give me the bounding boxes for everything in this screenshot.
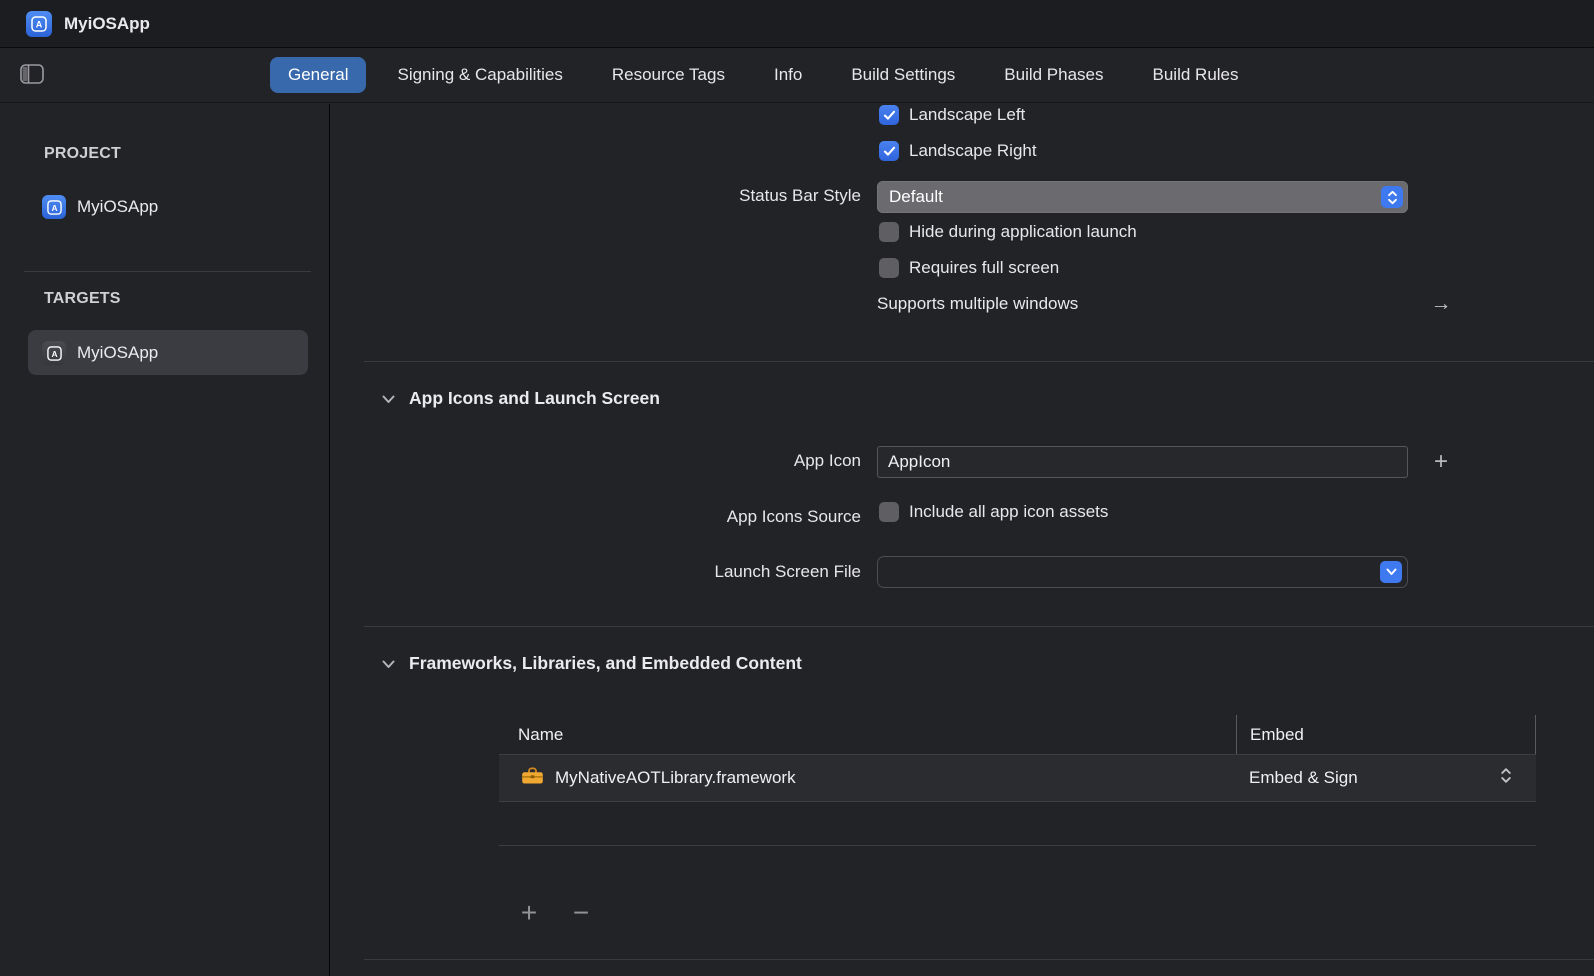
launch-screen-file-combo[interactable]: [877, 556, 1408, 588]
window-titlebar: A MyiOSApp: [0, 0, 1594, 48]
status-bar-style-label: Status Bar Style: [330, 186, 861, 206]
landscape-right-label: Landscape Right: [909, 141, 1037, 161]
tab-build-rules[interactable]: Build Rules: [1135, 57, 1257, 93]
tab-resource-tags[interactable]: Resource Tags: [594, 57, 743, 93]
app-icon-value: AppIcon: [888, 452, 950, 472]
launch-screen-file-label: Launch Screen File: [330, 562, 861, 582]
frameworks-table-controls: + −: [514, 896, 596, 930]
tab-build-settings[interactable]: Build Settings: [833, 57, 973, 93]
hide-during-launch-label: Hide during application launch: [909, 222, 1137, 242]
landscape-right-checkbox[interactable]: [879, 141, 899, 161]
project-section-header: PROJECT: [44, 145, 121, 163]
sidebar-divider: [24, 271, 311, 272]
app-icon: A: [26, 11, 52, 37]
add-app-icon-button[interactable]: +: [1426, 446, 1456, 478]
editor-tabbar: General Signing & Capabilities Resource …: [0, 48, 1594, 103]
embed-stepper-icon[interactable]: [1500, 767, 1512, 789]
combo-chevron-down-icon: [1380, 561, 1402, 583]
requires-full-screen-row: Requires full screen: [879, 258, 1059, 278]
landscape-left-checkbox[interactable]: [879, 105, 899, 125]
tab-signing-capabilities[interactable]: Signing & Capabilities: [379, 57, 580, 93]
requires-full-screen-checkbox[interactable]: [879, 258, 899, 278]
window-title: MyiOSApp: [64, 14, 150, 34]
table-row[interactable]: MyNativeAOTLibrary.framework Embed & Sig…: [499, 755, 1536, 802]
framework-name: MyNativeAOTLibrary.framework: [555, 768, 796, 788]
app-icons-section-title: App Icons and Launch Screen: [409, 388, 660, 409]
include-all-assets-row: Include all app icon assets: [879, 502, 1108, 522]
include-all-assets-checkbox[interactable]: [879, 502, 899, 522]
landscape-right-row: Landscape Right: [879, 141, 1037, 161]
app-icons-section-header[interactable]: App Icons and Launch Screen: [382, 388, 660, 409]
sidebar-item-project-myiosapp[interactable]: A MyiOSApp: [42, 195, 158, 219]
chevron-down-icon: [382, 388, 395, 409]
target-item-label: MyiOSApp: [77, 343, 158, 363]
status-bar-style-value: Default: [889, 187, 943, 207]
supports-multiple-windows-label: Supports multiple windows: [877, 294, 1078, 314]
settings-tabs: General Signing & Capabilities Resource …: [270, 57, 1257, 93]
project-app-icon: A: [42, 195, 66, 219]
targets-section-header: TARGETS: [44, 290, 121, 308]
column-header-embed: Embed: [1236, 715, 1536, 754]
landscape-left-label: Landscape Left: [909, 105, 1025, 125]
app-icons-source-label: App Icons Source: [330, 507, 861, 527]
toolbox-icon: [521, 766, 544, 790]
svg-text:A: A: [36, 19, 43, 29]
supports-multiple-windows-arrow-icon[interactable]: →: [1426, 290, 1456, 318]
project-item-label: MyiOSApp: [77, 197, 158, 217]
section-divider: [364, 361, 1594, 362]
frameworks-table: Name Embed MyNativeAOTLibrary.framework …: [499, 715, 1536, 846]
requires-full-screen-label: Requires full screen: [909, 258, 1059, 278]
empty-table-row: [499, 802, 1536, 846]
sidebar-toggle-icon[interactable]: [20, 64, 44, 89]
app-icon-field[interactable]: AppIcon: [877, 446, 1408, 478]
frameworks-table-header: Name Embed: [499, 715, 1536, 755]
hide-during-launch-row: Hide during application launch: [879, 222, 1137, 242]
status-bar-style-select[interactable]: Default: [877, 181, 1408, 213]
svg-text:A: A: [51, 202, 57, 212]
frameworks-section-header[interactable]: Frameworks, Libraries, and Embedded Cont…: [382, 653, 802, 674]
embed-value: Embed & Sign: [1249, 768, 1358, 788]
include-all-assets-label: Include all app icon assets: [909, 502, 1108, 522]
popup-updown-icon: [1381, 186, 1403, 208]
general-settings-pane: Landscape Left Landscape Right Status Ba…: [330, 104, 1594, 976]
remove-framework-button[interactable]: −: [566, 896, 596, 930]
section-divider: [364, 626, 1594, 627]
chevron-down-icon: [382, 653, 395, 674]
sidebar-item-target-myiosapp[interactable]: A MyiOSApp: [42, 341, 158, 365]
project-sidebar: PROJECT A MyiOSApp TARGETS A MyiOSApp: [0, 104, 330, 976]
tab-build-phases[interactable]: Build Phases: [986, 57, 1121, 93]
tab-general[interactable]: General: [270, 57, 366, 93]
framework-name-cell: MyNativeAOTLibrary.framework: [499, 766, 1236, 790]
target-app-icon: A: [42, 341, 66, 365]
main-split: PROJECT A MyiOSApp TARGETS A MyiOSApp La…: [0, 104, 1594, 976]
svg-text:A: A: [51, 348, 57, 358]
tab-info[interactable]: Info: [756, 57, 820, 93]
landscape-left-row: Landscape Left: [879, 105, 1025, 125]
hide-during-launch-checkbox[interactable]: [879, 222, 899, 242]
app-icon-label: App Icon: [330, 451, 861, 471]
section-divider: [364, 959, 1594, 960]
add-framework-button[interactable]: +: [514, 896, 544, 930]
framework-embed-cell: Embed & Sign: [1236, 767, 1536, 789]
column-header-name: Name: [499, 715, 1236, 754]
frameworks-section-title: Frameworks, Libraries, and Embedded Cont…: [409, 653, 802, 674]
